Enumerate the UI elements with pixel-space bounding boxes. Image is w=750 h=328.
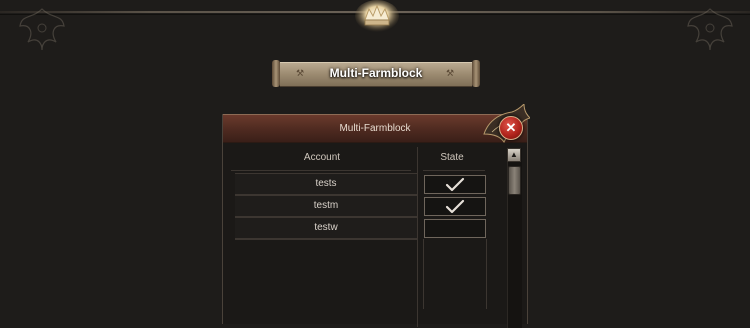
- account-name: tests: [315, 178, 337, 189]
- corner-ornament-left-icon: [19, 8, 65, 51]
- state-checkbox[interactable]: [424, 197, 486, 216]
- close-button[interactable]: ✕: [499, 116, 523, 140]
- page-title-banner: ⚒ ⚒ Multi-Farmblock: [272, 60, 480, 87]
- check-icon: [445, 177, 465, 192]
- table-row[interactable]: testw: [235, 217, 417, 239]
- corner-ornament-right-icon: [687, 8, 733, 51]
- empty-state-area: [423, 239, 487, 309]
- banner-roll-left: [272, 60, 280, 87]
- column-header-account: Account: [303, 152, 341, 163]
- account-table: Account State tests testm testw: [227, 147, 506, 327]
- banner-roll-right: [472, 60, 480, 87]
- check-icon: [445, 199, 465, 214]
- column-divider: [417, 147, 418, 327]
- header-divider: [231, 170, 411, 171]
- table-row[interactable]: tests: [235, 173, 417, 195]
- account-name: testw: [314, 222, 338, 233]
- table-row[interactable]: testm: [235, 195, 417, 217]
- state-checkbox[interactable]: [424, 219, 486, 238]
- chevron-up-icon[interactable]: ▲: [507, 148, 521, 162]
- crown-gem-icon: [355, 0, 399, 32]
- header-divider: [423, 170, 485, 171]
- page-title: Multi-Farmblock: [329, 66, 423, 80]
- scrollbar-thumb[interactable]: [508, 166, 521, 195]
- account-name: testm: [313, 200, 339, 211]
- column-header-state: State: [440, 152, 464, 163]
- close-icon: ✕: [505, 120, 517, 135]
- state-checkbox[interactable]: [424, 175, 486, 194]
- empty-list-area: [235, 239, 417, 310]
